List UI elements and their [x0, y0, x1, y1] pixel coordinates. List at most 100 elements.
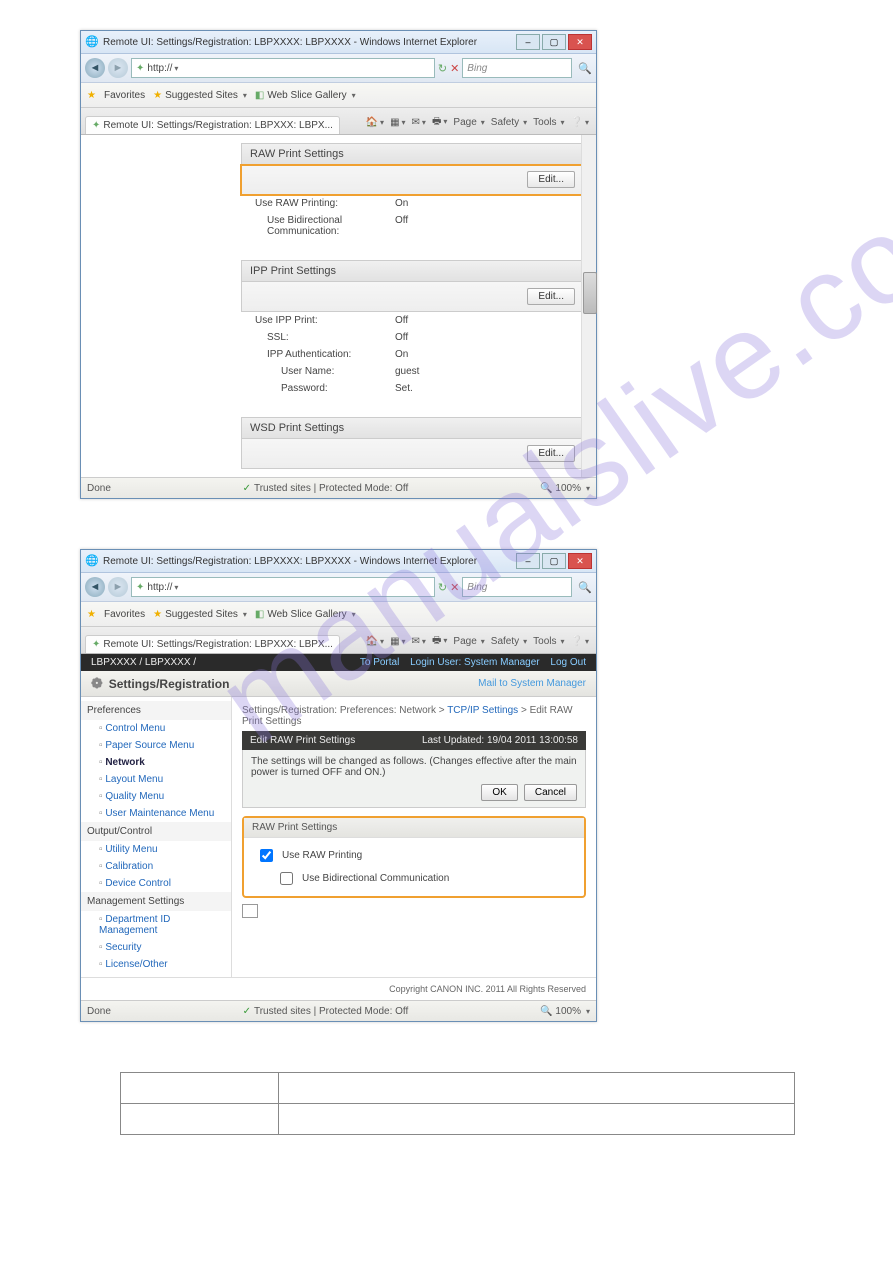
search-input[interactable]: Bing	[462, 577, 572, 597]
mail-icon[interactable]: ✉▾	[412, 636, 426, 647]
status-zoom[interactable]: 🔍 100% ▾	[540, 1006, 590, 1017]
tools-menu[interactable]: Tools▾	[533, 117, 564, 128]
status-bar: Done ✓Trusted sites | Protected Mode: Of…	[81, 1000, 596, 1021]
favorites-star-icon[interactable]: ★	[87, 609, 96, 620]
fav-icon: ✦	[136, 63, 144, 74]
url-dropdown-icon[interactable]: ▾	[174, 583, 178, 592]
minimize-button[interactable]: –	[516, 34, 540, 50]
suggested-sites-link[interactable]: ★Suggested Sites▾	[153, 609, 247, 620]
stop-icon[interactable]: ✕	[450, 581, 459, 594]
sidebar-item-network[interactable]: Network	[81, 754, 231, 771]
sidebar-item-calibration[interactable]: Calibration	[81, 858, 231, 875]
device-bar: LBPXXXX / LBPXXXX / To Portal Login User…	[81, 654, 596, 671]
mail-icon[interactable]: ✉▾	[412, 117, 426, 128]
safety-menu[interactable]: Safety▾	[491, 117, 527, 128]
fav-icon: ✦	[136, 582, 144, 593]
sidebar-item-security[interactable]: Security	[81, 939, 231, 956]
forward-button[interactable]: ►	[108, 58, 128, 78]
breadcrumb: Settings/Registration: Preferences: Netw…	[242, 705, 586, 727]
sidebar-item-paper-source[interactable]: Paper Source Menu	[81, 737, 231, 754]
refresh-icon[interactable]: ↻	[438, 581, 447, 594]
home-icon[interactable]: 🏠▾	[366, 117, 384, 128]
sidebar-item-dept-id[interactable]: Department ID Management	[81, 911, 231, 939]
window-title: Remote UI: Settings/Registration: LBPXXX…	[103, 556, 516, 567]
device-name: LBPXXXX / LBPXXXX /	[91, 657, 196, 668]
help-icon[interactable]: ❔▾	[571, 636, 589, 647]
browser-tab[interactable]: ✦Remote UI: Settings/Registration: LBPXX…	[85, 116, 340, 134]
status-zoom[interactable]: 🔍 100% ▾	[540, 483, 590, 494]
scroll-top-icon[interactable]	[242, 904, 258, 918]
sidebar-item-layout[interactable]: Layout Menu	[81, 771, 231, 788]
print-icon[interactable]: 🖶▾	[432, 633, 447, 650]
raw-edit-button[interactable]: Edit...	[527, 171, 575, 188]
minimize-button[interactable]: –	[516, 553, 540, 569]
wsd-edit-button[interactable]: Edit...	[527, 445, 575, 462]
mail-to-manager-link[interactable]: Mail to System Manager	[478, 678, 586, 689]
url-input[interactable]: ✦http://▾	[131, 58, 435, 78]
bidir-checkbox[interactable]	[280, 872, 293, 885]
tab-bar: ✦Remote UI: Settings/Registration: LBPXX…	[81, 108, 596, 135]
status-done: Done	[87, 483, 111, 494]
safety-menu[interactable]: Safety▾	[491, 636, 527, 647]
ipp-auth-label: IPP Authentication:	[255, 349, 395, 360]
home-icon[interactable]: 🏠▾	[366, 636, 384, 647]
last-updated: Last Updated: 19/04 2011 13:00:58	[422, 735, 578, 746]
back-button[interactable]: ◄	[85, 577, 105, 597]
sidebar-item-license[interactable]: License/Other	[81, 956, 231, 973]
page-menu[interactable]: Page▾	[453, 636, 484, 647]
table-cell	[279, 1104, 795, 1135]
titlebar: 🌐 Remote UI: Settings/Registration: LBPX…	[81, 550, 596, 573]
url-dropdown-icon[interactable]: ▾	[174, 64, 178, 73]
feed-icon[interactable]: ▦▾	[390, 117, 405, 128]
page-menu[interactable]: Page▾	[453, 117, 484, 128]
ipp-edit-button[interactable]: Edit...	[527, 288, 575, 305]
stop-icon[interactable]: ✕	[450, 62, 459, 75]
scrollbar-thumb[interactable]	[583, 272, 597, 314]
vertical-scrollbar[interactable]	[581, 135, 596, 477]
sidebar-item-user-maint[interactable]: User Maintenance Menu	[81, 805, 231, 822]
web-slice-link[interactable]: ◧Web Slice Gallery▾	[255, 609, 356, 620]
sidebar-item-device-control[interactable]: Device Control	[81, 875, 231, 892]
ok-button[interactable]: OK	[481, 784, 517, 801]
ssl-value: Off	[395, 332, 408, 343]
raw-settings-fieldset: RAW Print Settings Use RAW Printing Use …	[242, 816, 586, 898]
forward-button[interactable]: ►	[108, 577, 128, 597]
wsd-settings-editrow: Edit...	[241, 439, 584, 469]
status-trusted: Trusted sites | Protected Mode: Off	[254, 1006, 408, 1017]
breadcrumb-tcpip-link[interactable]: TCP/IP Settings	[447, 705, 518, 716]
refresh-icon[interactable]: ↻	[438, 62, 447, 75]
window-buttons: – ▢ ✕	[516, 34, 592, 50]
help-icon[interactable]: ❔▾	[571, 117, 589, 128]
use-raw-checkbox[interactable]	[260, 849, 273, 862]
ipp-settings-header: IPP Print Settings	[241, 260, 584, 282]
back-button[interactable]: ◄	[85, 58, 105, 78]
pass-label: Password:	[255, 383, 395, 394]
search-icon[interactable]: 🔍	[578, 581, 592, 594]
titlebar: 🌐 Remote UI: Settings/Registration: LBPX…	[81, 31, 596, 54]
logout-link[interactable]: Log Out	[550, 657, 586, 668]
ie-icon: 🌐	[85, 554, 99, 568]
suggested-sites-link[interactable]: ★Suggested Sites▾	[153, 90, 247, 101]
window-buttons: – ▢ ✕	[516, 553, 592, 569]
search-icon[interactable]: 🔍	[578, 62, 592, 75]
tools-menu[interactable]: Tools▾	[533, 636, 564, 647]
cancel-button[interactable]: Cancel	[524, 784, 577, 801]
sidebar-item-quality[interactable]: Quality Menu	[81, 788, 231, 805]
close-button[interactable]: ✕	[568, 553, 592, 569]
feed-icon[interactable]: ▦▾	[390, 636, 405, 647]
sidebar-item-control-menu[interactable]: Control Menu	[81, 720, 231, 737]
browser-tab[interactable]: ✦Remote UI: Settings/Registration: LBPXX…	[85, 635, 340, 653]
check-icon: ✓	[243, 1006, 251, 1017]
web-slice-link[interactable]: ◧Web Slice Gallery▾	[255, 90, 356, 101]
favorites-star-icon[interactable]: ★	[87, 90, 96, 101]
sidebar-item-utility[interactable]: Utility Menu	[81, 841, 231, 858]
url-input[interactable]: ✦http://▾	[131, 577, 435, 597]
maximize-button[interactable]: ▢	[542, 34, 566, 50]
print-icon[interactable]: 🖶▾	[432, 114, 447, 131]
close-button[interactable]: ✕	[568, 34, 592, 50]
use-raw-checkbox-label: Use RAW Printing	[282, 850, 362, 861]
search-input[interactable]: Bing	[462, 58, 572, 78]
maximize-button[interactable]: ▢	[542, 553, 566, 569]
address-bar: ◄ ► ✦http://▾ ↻ ✕ Bing 🔍	[81, 573, 596, 602]
to-portal-link[interactable]: To Portal	[360, 657, 399, 668]
